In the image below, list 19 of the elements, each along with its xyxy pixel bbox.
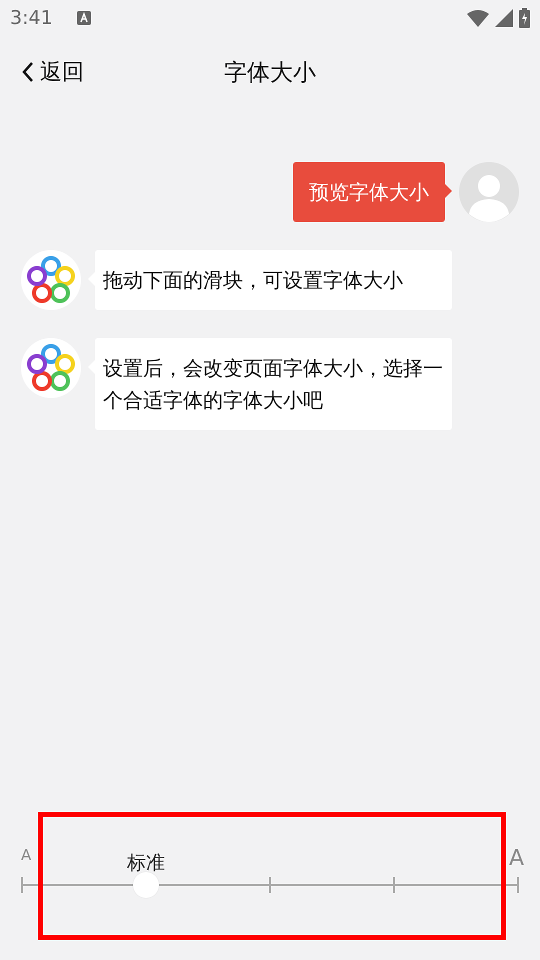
logo-icon [21,250,81,310]
message-bubble: 预览字体大小 [293,162,445,222]
signal-icon [495,9,513,27]
bubble-pointer [445,184,452,198]
wifi-icon [467,10,489,26]
message-bubble: 设置后，会改变页面字体大小，选择一个合适字体的字体大小吧 [95,338,452,430]
avatar-icon [459,162,519,222]
status-time: 3:41 [10,7,53,29]
size-value-label: 标准 [127,851,165,876]
slider-thumb[interactable] [133,872,159,898]
logo-icon [21,338,81,398]
back-button[interactable]: 返回 [22,57,84,87]
chevron-left-icon [22,61,34,83]
small-font-label: A [21,846,32,864]
keyboard-notification-icon [76,11,91,25]
page-title: 字体大小 [224,58,316,88]
large-font-label: A [508,846,524,871]
battery-icon [519,8,530,28]
message-bubble: 拖动下面的滑块，可设置字体大小 [95,250,452,310]
